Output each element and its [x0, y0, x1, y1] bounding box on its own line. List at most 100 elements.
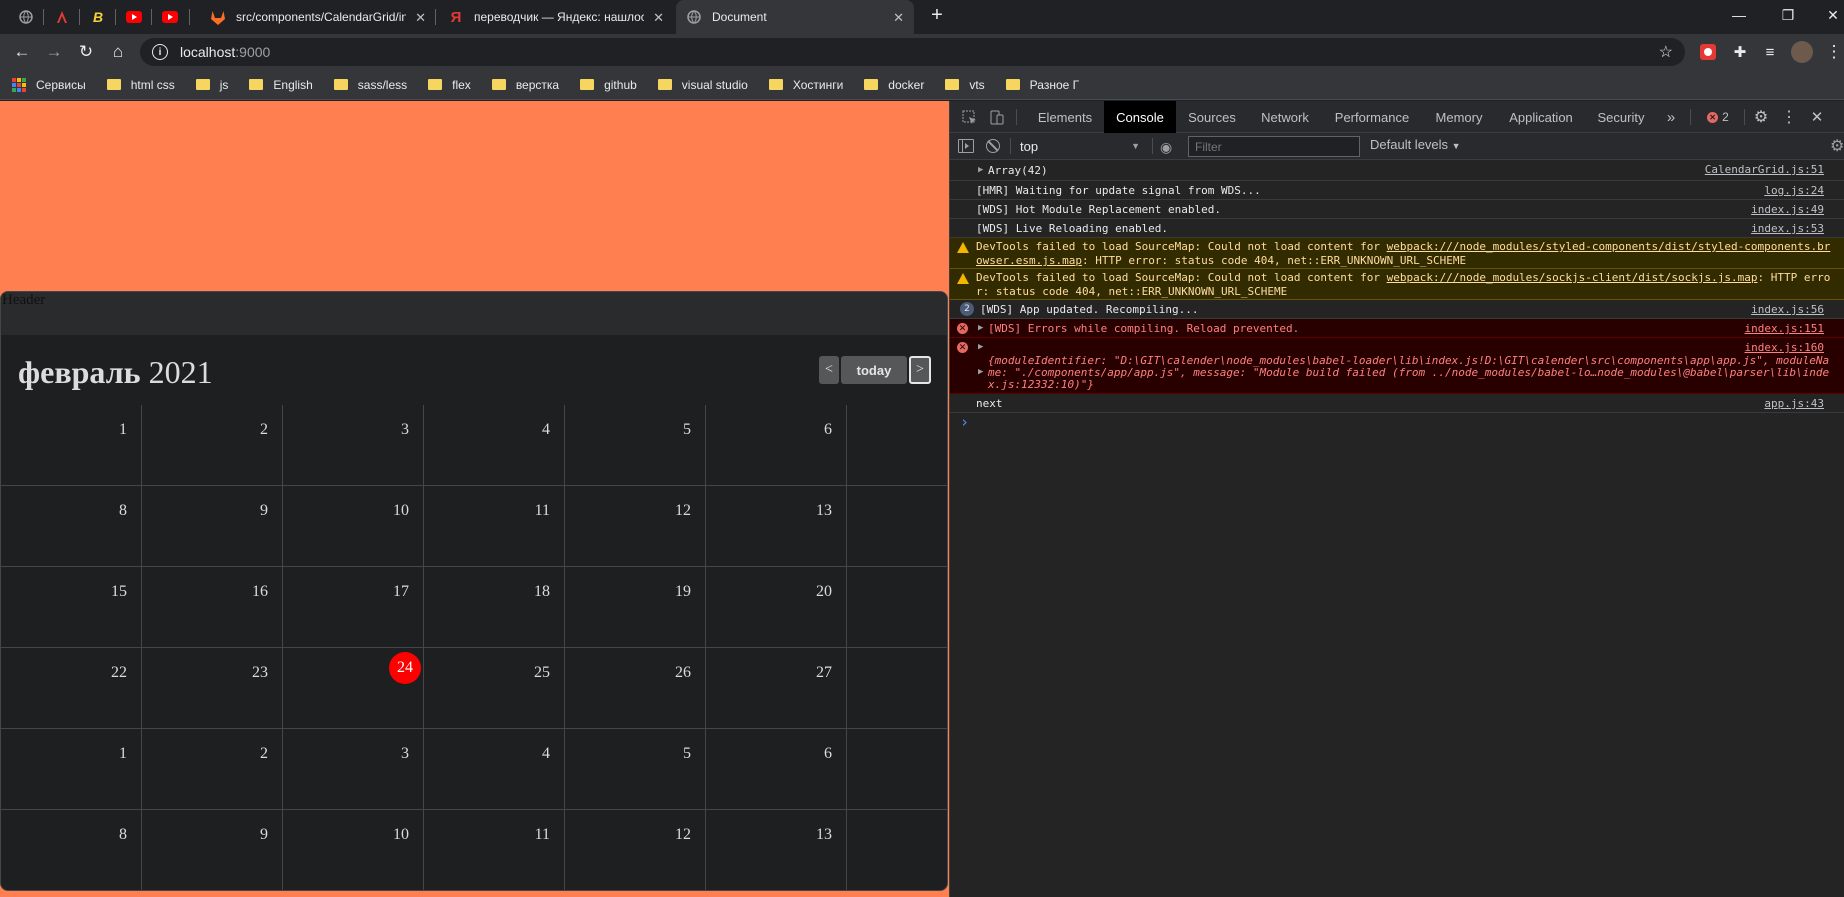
devtools-tab-security[interactable]: Security	[1586, 101, 1656, 133]
calendar-day-cell[interactable]	[847, 810, 947, 890]
calendar-day-cell[interactable]: 25	[424, 648, 565, 729]
bookmark-folder[interactable]: vts	[945, 78, 985, 92]
minimize-button[interactable]: —	[1716, 0, 1762, 30]
error-counter[interactable]: ✕ 2	[1698, 101, 1738, 133]
calendar-day-cell[interactable]: 13	[706, 486, 847, 567]
console-prompt[interactable]: ›	[950, 413, 1844, 433]
log-levels-dropdown[interactable]: Default levels ▼	[1370, 137, 1461, 152]
calendar-day-cell[interactable]: 1	[1, 729, 142, 810]
browser-tab-active[interactable]: Document ✕	[676, 0, 914, 34]
calendar-day-cell[interactable]: 12	[565, 810, 706, 890]
calendar-day-cell[interactable]: 8	[1, 810, 142, 890]
forward-button[interactable]: →	[42, 40, 66, 64]
home-icon[interactable]: ⌂	[106, 40, 130, 64]
calendar-day-cell[interactable]: 9	[142, 810, 283, 890]
sourcemap-link[interactable]: webpack:///node_modules/sockjs-client/di…	[1387, 271, 1758, 284]
settings-gear-icon[interactable]: ⚙	[1750, 101, 1772, 133]
calendar-day-cell[interactable]: 11	[424, 486, 565, 567]
calendar-day-cell[interactable]: 2	[142, 405, 283, 486]
message-source-link[interactable]: index.js:151	[1745, 322, 1824, 335]
calendar-day-cell[interactable]: 23	[142, 648, 283, 729]
today-button[interactable]: today	[841, 356, 907, 384]
close-tab-icon[interactable]: ✕	[415, 10, 426, 26]
bookmark-folder[interactable]: Разное Г	[1005, 78, 1079, 92]
more-tabs-button[interactable]: »	[1660, 101, 1682, 133]
calendar-day-cell[interactable]: 2	[142, 729, 283, 810]
calendar-day-cell[interactable]: 10	[283, 486, 424, 567]
site-info-icon[interactable]: i	[152, 44, 168, 60]
bookmark-folder[interactable]: js	[195, 78, 228, 92]
avatar[interactable]	[1790, 40, 1814, 64]
bookmark-folder[interactable]: github	[580, 78, 637, 92]
console-message[interactable]: ▶ Array(42) CalendarGrid.js:51	[950, 160, 1844, 181]
calendar-day-cell[interactable]: 8	[1, 486, 142, 567]
calendar-day-cell[interactable]: 10	[283, 810, 424, 890]
message-source-link[interactable]: index.js:49	[1751, 203, 1824, 216]
bookmark-folder[interactable]: docker	[864, 78, 924, 92]
back-button[interactable]: ←	[10, 40, 34, 64]
extensions-puzzle-icon[interactable]: ✚	[1728, 40, 1752, 64]
extension-icon[interactable]	[1696, 40, 1720, 64]
devtools-tab-console[interactable]: Console	[1104, 101, 1176, 133]
calendar-day-cell[interactable]: 12	[565, 486, 706, 567]
console-error[interactable]: ✕ ▶ index.js:160 ▶ {moduleIdentifier: "D…	[950, 338, 1844, 394]
calendar-day-cell[interactable]: 17	[283, 567, 424, 648]
calendar-day-cell[interactable]: 5	[565, 729, 706, 810]
calendar-day-cell[interactable]: 19	[565, 567, 706, 648]
devtools-tab-memory[interactable]: Memory	[1422, 101, 1496, 133]
message-source-link[interactable]: index.js:160	[1745, 341, 1824, 354]
message-source-link[interactable]: app.js:43	[1764, 397, 1824, 410]
calendar-day-cell[interactable]: 22	[1, 648, 142, 729]
console-settings-gear-icon[interactable]: ⚙	[1830, 136, 1844, 156]
expand-triangle-icon[interactable]: ▶	[978, 323, 983, 333]
bookmark-folder[interactable]: sass/less	[333, 78, 407, 92]
calendar-day-cell[interactable]: 4	[424, 405, 565, 486]
sidebar-toggle-icon[interactable]	[958, 139, 974, 153]
browser-tab[interactable]	[44, 0, 80, 34]
bookmark-folder[interactable]: English	[249, 78, 313, 92]
calendar-day-cell[interactable]	[847, 648, 947, 729]
restore-button[interactable]: ❐	[1765, 0, 1811, 30]
bookmark-folder[interactable]: flex	[428, 78, 471, 92]
bookmark-folder[interactable]: верстка	[491, 78, 559, 92]
browser-tab[interactable]	[8, 0, 44, 34]
browser-tab[interactable]	[152, 0, 190, 34]
calendar-day-cell[interactable]: 24	[283, 648, 424, 729]
calendar-day-cell[interactable]: 1	[1, 405, 142, 486]
calendar-day-cell[interactable]: 13	[706, 810, 847, 890]
device-toolbar-icon[interactable]	[986, 101, 1008, 133]
reload-button[interactable]: ↻	[74, 40, 98, 64]
expand-triangle-icon[interactable]: ▶	[978, 342, 983, 352]
calendar-day-cell[interactable]: 16	[142, 567, 283, 648]
menu-kebab-icon[interactable]: ⋮	[1822, 40, 1844, 64]
bookmark-folder[interactable]: html css	[106, 78, 175, 92]
bookmark-star-icon[interactable]: ☆	[1659, 42, 1673, 62]
browser-tab[interactable]: B	[80, 0, 116, 34]
devtools-tab-network[interactable]: Network	[1248, 101, 1322, 133]
calendar-day-cell[interactable]: 20	[706, 567, 847, 648]
expand-triangle-icon[interactable]: ▶	[978, 367, 983, 377]
calendar-day-cell[interactable]: 11	[424, 810, 565, 890]
calendar-day-cell[interactable]	[847, 567, 947, 648]
inspect-element-icon[interactable]	[958, 101, 980, 133]
calendar-day-cell[interactable]: 26	[565, 648, 706, 729]
expand-triangle-icon[interactable]: ▶	[978, 165, 983, 175]
calendar-day-cell[interactable]: 15	[1, 567, 142, 648]
calendar-day-cell[interactable]: 3	[283, 405, 424, 486]
message-source-link[interactable]: index.js:56	[1751, 303, 1824, 316]
browser-tab[interactable]	[116, 0, 152, 34]
context-selector[interactable]: top ▼	[1016, 135, 1146, 157]
next-month-button[interactable]: >	[909, 356, 931, 384]
calendar-day-cell[interactable]: 18	[424, 567, 565, 648]
calendar-day-cell[interactable]: 27	[706, 648, 847, 729]
bookmark-apps[interactable]: Сервисы	[12, 77, 86, 92]
bookmark-folder[interactable]: Хостинги	[768, 78, 843, 92]
console-filter-input[interactable]	[1188, 136, 1360, 157]
calendar-day-cell[interactable]	[847, 729, 947, 810]
close-tab-icon[interactable]: ✕	[653, 10, 664, 26]
devtools-tab-sources[interactable]: Sources	[1176, 101, 1248, 133]
live-expression-eye-icon[interactable]: ◉	[1160, 139, 1172, 156]
devtools-tab-performance[interactable]: Performance	[1322, 101, 1422, 133]
close-window-button[interactable]: ✕	[1810, 0, 1844, 30]
message-source-link[interactable]: CalendarGrid.js:51	[1705, 163, 1824, 176]
